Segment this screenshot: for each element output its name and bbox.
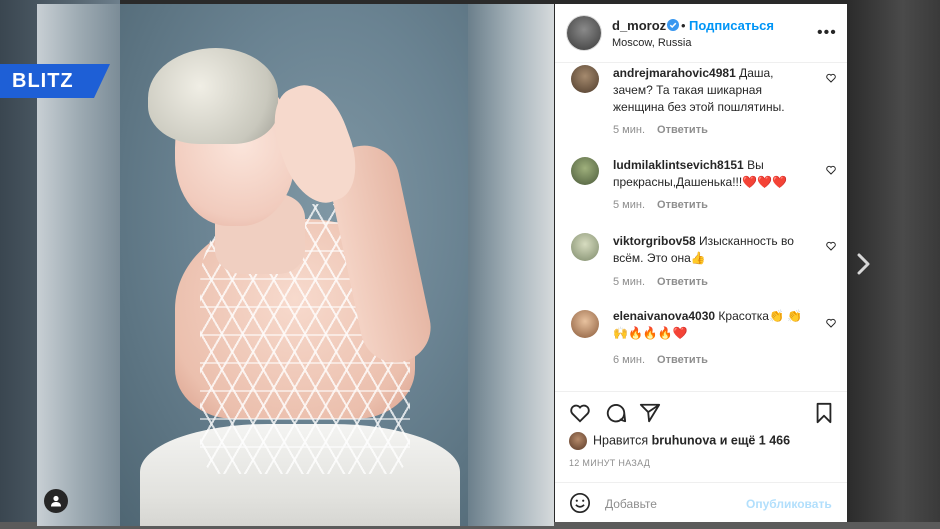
reply-button[interactable]: Ответить: [657, 354, 708, 366]
save-bookmark-icon[interactable]: [813, 402, 835, 424]
liker-username[interactable]: bruhunova: [652, 433, 717, 447]
separator-dot: •: [681, 18, 686, 33]
comment-text: viktorgribov58 Изысканность во всём. Это…: [613, 233, 813, 267]
like-comment-heart-icon[interactable]: [826, 73, 836, 83]
comment-avatar[interactable]: [571, 310, 599, 338]
follow-button[interactable]: Подписаться: [689, 18, 774, 33]
post-location[interactable]: Moscow, Russia: [612, 37, 691, 49]
comment-avatar[interactable]: [571, 157, 599, 185]
share-send-icon[interactable]: [639, 402, 661, 424]
like-comment-heart-icon[interactable]: [826, 165, 836, 175]
liker-avatar[interactable]: [569, 432, 587, 450]
comment-username[interactable]: andrejmarahovic4981: [613, 66, 736, 80]
blitz-logo: BLITZ: [0, 64, 110, 98]
post-header: d_moroz • Подписаться Moscow, Russia •••: [555, 4, 847, 63]
likes-count[interactable]: и ещё 1 466: [716, 433, 790, 447]
reply-button[interactable]: Ответить: [657, 199, 708, 211]
author-username[interactable]: d_moroz: [612, 18, 666, 33]
comment-avatar[interactable]: [571, 233, 599, 261]
comment-meta: 5 мин. Ответить: [613, 199, 720, 211]
comment-meta: 6 мин. Ответить: [613, 354, 720, 366]
comment-composer: Добавьте Опубликовать: [555, 482, 847, 523]
comment-avatar[interactable]: [571, 65, 599, 93]
verified-badge-icon: [667, 19, 679, 31]
emoji-smile-icon[interactable]: [569, 492, 591, 514]
author-avatar[interactable]: [567, 16, 601, 50]
comment-text: elenaivanova4030 Красотка👏 👏🙌🔥🔥🔥❤️: [613, 308, 813, 342]
photo-hair: [148, 48, 278, 144]
comment-time: 5 мин.: [613, 276, 646, 288]
comment-text: andrejmarahovic4981 Даша, зачем? Та така…: [613, 65, 813, 116]
comment-text: ludmilaklintsevich8151 Вы прекрасны,Даше…: [613, 157, 813, 191]
reply-button[interactable]: Ответить: [657, 276, 708, 288]
reply-button[interactable]: Ответить: [657, 124, 708, 136]
user-tag-button[interactable]: [44, 489, 68, 513]
photo-frame-right: [468, 4, 554, 526]
comment-meta: 5 мин. Ответить: [613, 124, 720, 136]
user-icon: [51, 495, 61, 507]
comment-username[interactable]: elenaivanova4030: [613, 309, 715, 323]
blitz-logo-text: BLITZ: [12, 70, 74, 92]
comment-username[interactable]: ludmilaklintsevich8151: [613, 158, 744, 172]
publish-button[interactable]: Опубликовать: [746, 497, 832, 511]
comment-username[interactable]: viktorgribov58: [613, 234, 696, 248]
comment-time: 5 мин.: [613, 199, 646, 211]
comment-input[interactable]: Добавьте: [605, 497, 657, 511]
post-timestamp[interactable]: 12 МИНУТ НАЗАД: [569, 458, 650, 468]
post-sidebar: d_moroz • Подписаться Moscow, Russia •••…: [555, 4, 847, 522]
comment-meta: 5 мин. Ответить: [613, 276, 720, 288]
comment-time: 6 мин.: [613, 354, 646, 366]
chevron-right-icon[interactable]: [856, 252, 872, 276]
comment-time: 5 мин.: [613, 124, 646, 136]
likes-prefix: Нравится: [593, 433, 652, 448]
post-photo[interactable]: [120, 4, 468, 526]
comment-bubble-icon[interactable]: [605, 402, 627, 424]
likes-summary: Нравится bruhunova и ещё 1 466: [569, 432, 790, 450]
more-options-icon[interactable]: •••: [817, 24, 837, 42]
comment-list[interactable]: andrejmarahovic4981 Даша, зачем? Та така…: [555, 63, 847, 390]
post-actions: [555, 391, 847, 432]
like-comment-heart-icon[interactable]: [826, 318, 836, 328]
like-heart-icon[interactable]: [569, 402, 591, 424]
like-comment-heart-icon[interactable]: [826, 241, 836, 251]
